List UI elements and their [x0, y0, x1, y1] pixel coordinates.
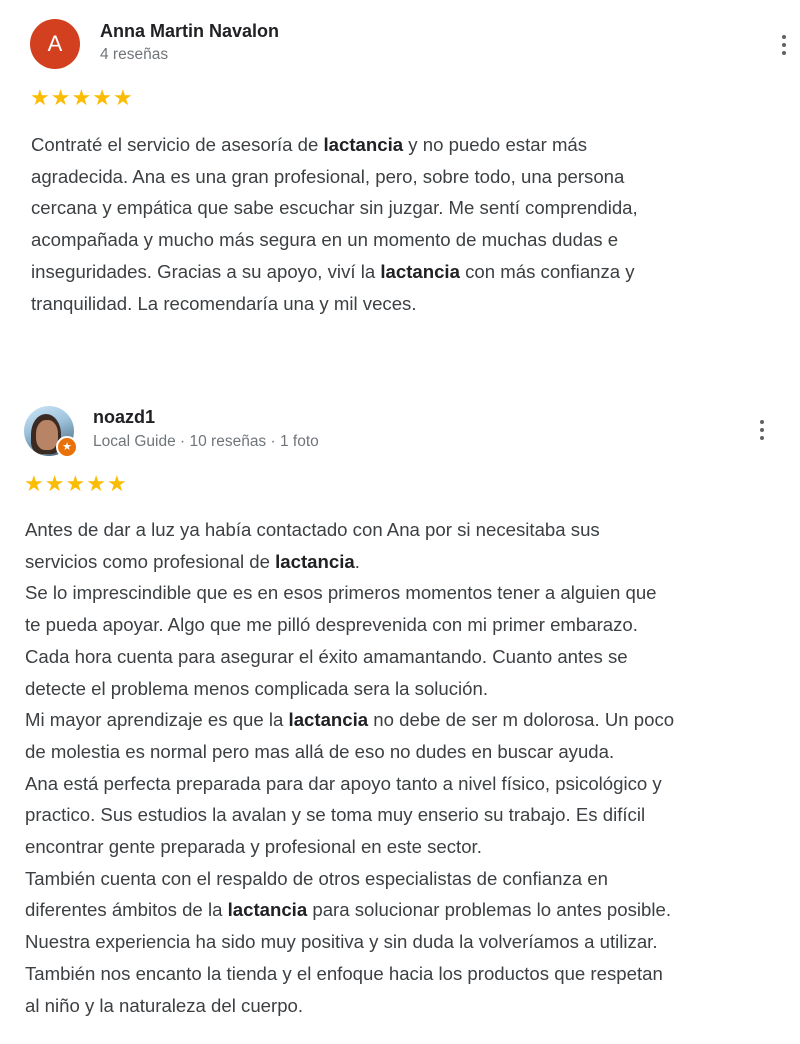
review-text: Contraté el servicio de asesoría de lact…	[31, 129, 638, 319]
highlighted-keyword: lactancia	[275, 550, 355, 572]
more-vert-icon	[760, 420, 764, 424]
review-text-line: practico. Sus estudios la avalan y se to…	[25, 804, 646, 826]
reviewer-info: Local Guide · 10 reseñas · 1 foto	[93, 433, 319, 450]
review-text-line: Antes de dar a luz ya había contactado c…	[25, 519, 600, 540]
review-text-line: También cuenta con el respaldo de otros …	[25, 867, 608, 889]
more-options-button[interactable]	[752, 415, 772, 445]
local-guide-star-icon: ★	[56, 436, 78, 458]
star-icon: ★	[106, 471, 127, 496]
review-text-line: Se lo imprescindible que es en esos prim…	[25, 582, 657, 604]
star-icon: ★	[92, 85, 112, 110]
review-text-line: encontrar gente preparada y profesional …	[25, 836, 482, 858]
review-text-line: al niño y la naturaleza del cuerpo.	[25, 994, 304, 1016]
highlighted-keyword: lactancia	[380, 260, 460, 282]
highlighted-keyword: lactancia	[227, 899, 308, 921]
star-rating: ★ ★ ★ ★ ★	[24, 472, 127, 496]
highlighted-keyword: lactancia	[323, 134, 404, 155]
star-icon: ★	[71, 85, 92, 110]
review-text-line: agradecida. Ana es una gran profesional,…	[31, 165, 625, 187]
star-icon: ★	[50, 85, 71, 110]
star-icon: ★	[112, 85, 133, 110]
review-text-line: diferentes ámbitos de la lactancia para …	[25, 899, 672, 921]
star-icon: ★	[24, 471, 44, 496]
review-text-line: acompañada y mucho más segura en un mome…	[31, 229, 619, 251]
more-vert-icon	[782, 35, 786, 39]
review-text-line: tranquilidad. La recomendaría una y mil …	[31, 292, 417, 314]
avatar-letter: A	[47, 31, 63, 56]
review-text: Antes de dar a luz ya había contactado c…	[25, 514, 674, 1021]
review-text-line: de molestia es normal pero mas allá de e…	[25, 740, 615, 762]
reviewer-name[interactable]: noazd1	[93, 407, 155, 428]
star-rating: ★ ★ ★ ★ ★	[30, 86, 133, 110]
star-icon: ★	[44, 471, 65, 496]
review-text-line: te pueda apoyar. Algo que me pilló despr…	[25, 614, 638, 636]
more-options-button[interactable]	[774, 30, 794, 60]
reviewer-name[interactable]: Anna Martin Navalon	[100, 21, 279, 42]
star-icon: ★	[65, 471, 86, 496]
reviewer-review-count: 4 reseñas	[100, 46, 169, 63]
review-text-line: Cada hora cuenta para asegurar el éxito …	[25, 645, 628, 667]
star-icon: ★	[30, 85, 50, 110]
review-text-line: Ana está perfecta preparada para dar apo…	[25, 772, 662, 794]
review-text-line: detecte el problema menos complicada ser…	[25, 677, 489, 699]
review-text-line: inseguridades. Gracias a su apoyo, viví …	[31, 260, 635, 282]
review-text-line: cercana y empática que sabe escuchar sin…	[31, 197, 638, 219]
review-text-line: Nuestra experiencia ha sido muy positiva…	[25, 931, 658, 953]
highlighted-keyword: lactancia	[288, 709, 369, 731]
review-text-line: servicios como profesional de lactancia.	[25, 550, 360, 572]
review-text-line: Contraté el servicio de asesoría de lact…	[31, 134, 588, 155]
review-text-line: También nos encanto la tienda y el enfoq…	[25, 962, 663, 984]
reviewer-avatar[interactable]: A	[30, 19, 80, 69]
star-icon: ★	[86, 471, 106, 496]
review-text-line: Mi mayor aprendizaje es que la lactancia…	[25, 709, 675, 731]
